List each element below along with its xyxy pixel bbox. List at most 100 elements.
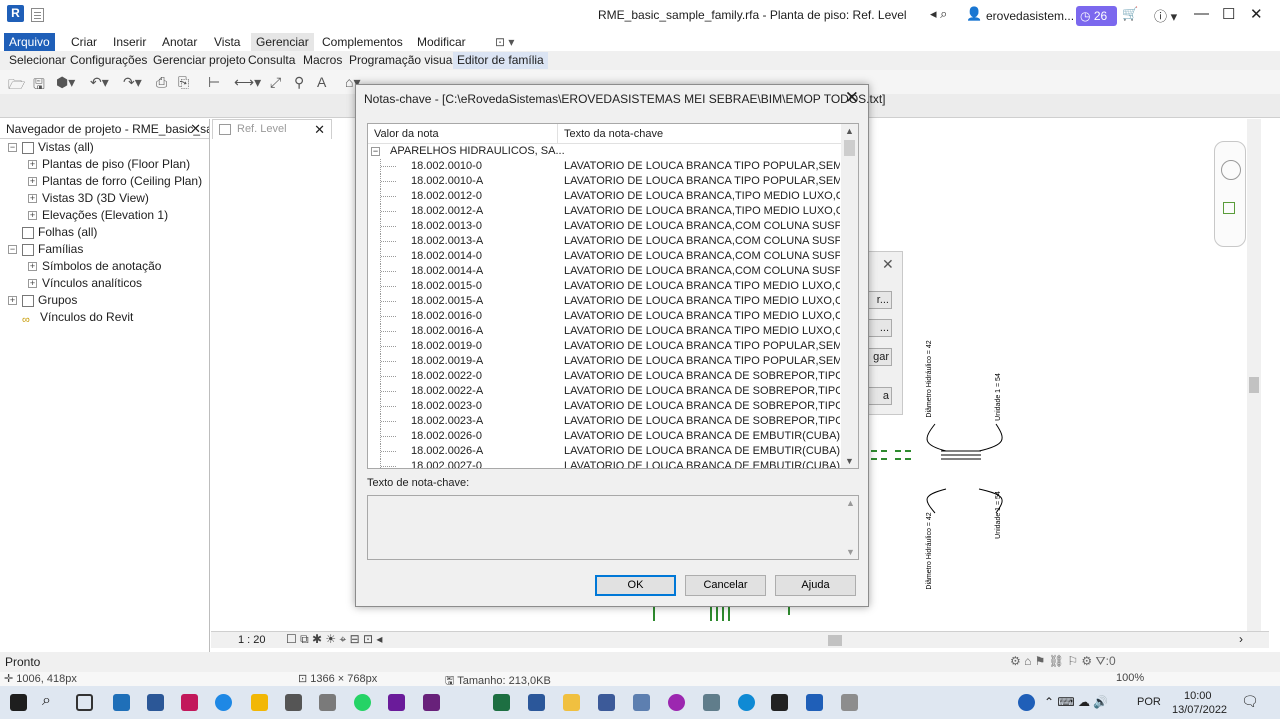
ok-button[interactable]: OK bbox=[595, 575, 676, 596]
tree-expander-icon[interactable]: + bbox=[28, 194, 37, 204]
zoom-icon[interactable] bbox=[1223, 202, 1235, 214]
keynote-row[interactable]: 18.002.0012-0 LAVATORIO DE LOUCA BRANCA,T… bbox=[368, 189, 843, 204]
scroll-up-arrow-icon[interactable]: ▲ bbox=[845, 126, 854, 136]
view-control-icons[interactable]: ☐ ⧉ ✱ ☀ ⌖ ⊟ ⊡ ◂ bbox=[286, 632, 382, 647]
keynote-row[interactable]: 18.002.0022-A LAVATORIO DE LOUCA BRANCA D… bbox=[368, 384, 843, 399]
view-tab-close-button[interactable]: ✕ bbox=[314, 122, 325, 138]
column-header-value[interactable]: Valor da nota bbox=[368, 124, 558, 144]
app-icon-22[interactable] bbox=[841, 694, 858, 711]
menu-selecionar[interactable]: Selecionar bbox=[5, 52, 70, 69]
keynote-row[interactable]: 18.002.0013-A LAVATORIO DE LOUCA BRANCA,C… bbox=[368, 234, 843, 249]
aligned-icon[interactable]: ⤢ bbox=[270, 74, 281, 91]
camera-icon[interactable] bbox=[703, 694, 720, 711]
keynote-row[interactable]: 18.002.0015-0 LAVATORIO DE LOUCA BRANCA T… bbox=[368, 279, 843, 294]
app-icon-15[interactable] bbox=[598, 694, 615, 711]
undo-icon[interactable]: ↶▾ bbox=[90, 74, 109, 91]
keynote-row[interactable]: 18.002.0022-0 LAVATORIO DE LOUCA BRANCA D… bbox=[368, 369, 843, 384]
tab-modificar[interactable]: Modificar bbox=[412, 33, 471, 51]
measure-icon[interactable]: ⊢ bbox=[208, 74, 220, 91]
app-icon-3[interactable] bbox=[181, 694, 198, 711]
mail-icon[interactable] bbox=[113, 694, 130, 711]
tree-expander-icon[interactable]: + bbox=[28, 262, 37, 272]
print-icon[interactable]: ⎙ bbox=[156, 74, 167, 91]
tree-item-3[interactable]: + Vistas 3D (3D View) bbox=[28, 190, 149, 207]
task-view-icon[interactable] bbox=[76, 694, 93, 711]
menu-editor-de-familia[interactable]: Editor de família bbox=[453, 52, 548, 69]
calculator-icon[interactable] bbox=[285, 694, 302, 711]
keynote-row[interactable]: 18.002.0013-0 LAVATORIO DE LOUCA BRANCA,C… bbox=[368, 219, 843, 234]
help-tray-icon[interactable] bbox=[1018, 694, 1035, 711]
keynote-row[interactable]: 18.002.0012-A LAVATORIO DE LOUCA BRANCA,T… bbox=[368, 204, 843, 219]
file-explorer-icon[interactable] bbox=[563, 694, 580, 711]
app-icon-20[interactable] bbox=[771, 694, 788, 711]
tray-icons[interactable]: ⌃ ⌨ ☁ 🔊 bbox=[1044, 695, 1108, 709]
project-browser-close-button[interactable]: ✕ bbox=[190, 119, 201, 138]
windows-start-icon[interactable] bbox=[10, 694, 27, 711]
steering-wheel-icon[interactable] bbox=[1221, 160, 1241, 180]
tree-item-9[interactable]: + Grupos bbox=[8, 292, 77, 309]
tree-item-7[interactable]: + Símbolos de anotação bbox=[28, 258, 161, 275]
view-tab[interactable]: Ref. Level ✕ bbox=[212, 119, 332, 139]
redo-icon[interactable]: ↷▾ bbox=[123, 74, 142, 91]
word-icon[interactable] bbox=[528, 694, 545, 711]
visual-studio-icon[interactable] bbox=[423, 694, 440, 711]
search-arrows-icon[interactable]: ◂ ⌕ bbox=[930, 6, 947, 22]
keynote-text-scrollbar[interactable]: ▲ ▼ bbox=[842, 496, 858, 559]
revit-taskbar-icon[interactable] bbox=[806, 694, 823, 711]
export-icon[interactable]: ⎘ bbox=[178, 74, 189, 91]
tree-item-2[interactable]: + Plantas de forro (Ceiling Plan) bbox=[28, 173, 202, 190]
tab-complementos[interactable]: Complementos bbox=[317, 33, 408, 51]
tag-icon[interactable]: ⚲ bbox=[294, 74, 304, 91]
revit-logo[interactable]: R bbox=[7, 5, 24, 22]
keynote-row[interactable]: 18.002.0026-A LAVATORIO DE LOUCA BRANCA D… bbox=[368, 444, 843, 459]
keynote-row[interactable]: 18.002.0027-0 LAVATORIO DE LOUCA BRANCA D… bbox=[368, 459, 843, 468]
scroll-down-arrow-icon[interactable]: ▼ bbox=[845, 456, 854, 466]
selection-filter-icons[interactable]: ⚙ ⌂ ⚑ ⛓ ⚐ ⚙ ⛛:0 bbox=[1010, 654, 1116, 669]
keynote-row[interactable]: 18.002.0010-A LAVATORIO DE LOUCA BRANCA T… bbox=[368, 174, 843, 189]
edge-icon[interactable] bbox=[738, 694, 755, 711]
background-dialog-button-1[interactable]: r... bbox=[867, 291, 892, 309]
tree-expander-icon[interactable]: + bbox=[28, 211, 37, 221]
whatsapp-icon[interactable] bbox=[354, 694, 371, 711]
menu-gerenciar-projeto[interactable]: Gerenciar projeto bbox=[149, 52, 250, 69]
background-dialog-button-3[interactable]: gar bbox=[867, 348, 892, 366]
keynote-row[interactable]: 18.002.0023-0 LAVATORIO DE LOUCA BRANCA D… bbox=[368, 399, 843, 414]
minimize-button[interactable]: — bbox=[1194, 5, 1209, 22]
search-icon[interactable]: ⌕ bbox=[42, 692, 51, 710]
menu-programacao-visual[interactable]: Programação visual bbox=[345, 52, 459, 69]
keynote-list-scrollbar-thumb[interactable] bbox=[844, 140, 855, 156]
tree-expander-icon[interactable]: + bbox=[28, 279, 37, 289]
tab-anotar[interactable]: Anotar bbox=[157, 33, 202, 51]
navigation-bar[interactable] bbox=[1214, 141, 1246, 247]
background-dialog-close-button[interactable]: ✕ bbox=[882, 256, 894, 273]
keynote-group-row[interactable]: − APARELHOS HIDRAULICOS, SA... bbox=[371, 144, 565, 159]
horizontal-scrollbar-thumb[interactable] bbox=[828, 635, 842, 646]
keynote-list-scrollbar[interactable]: ▲ ▼ bbox=[841, 124, 858, 468]
tree-item-10[interactable]: ∞ Vínculos do Revit bbox=[8, 309, 133, 326]
text-scroll-down-icon[interactable]: ▼ bbox=[846, 547, 855, 557]
keynote-tree-list[interactable]: Valor da nota Texto da nota-chave − APARE… bbox=[367, 123, 859, 469]
vertical-scrollbar-thumb[interactable] bbox=[1249, 377, 1259, 393]
document-icon[interactable] bbox=[31, 8, 44, 22]
vertical-scrollbar[interactable] bbox=[1247, 119, 1261, 631]
edge-legacy-icon[interactable] bbox=[215, 694, 232, 711]
app-icon-5[interactable] bbox=[251, 694, 268, 711]
user-icon[interactable]: 👤 bbox=[966, 6, 982, 22]
app-icon-2[interactable] bbox=[147, 694, 164, 711]
cart-icon[interactable]: 🛒 bbox=[1122, 6, 1138, 22]
text-icon[interactable]: A bbox=[317, 74, 326, 90]
tab-inserir[interactable]: Inserir bbox=[108, 33, 151, 51]
clock-time[interactable]: 10:00 bbox=[1184, 690, 1212, 702]
language-indicator[interactable]: POR bbox=[1137, 696, 1161, 708]
keynote-row[interactable]: 18.002.0015-A LAVATORIO DE LOUCA BRANCA T… bbox=[368, 294, 843, 309]
text-scroll-up-icon[interactable]: ▲ bbox=[846, 498, 855, 508]
column-header-text[interactable]: Texto da nota-chave bbox=[558, 124, 843, 144]
keynote-row[interactable]: 18.002.0014-0 LAVATORIO DE LOUCA BRANCA,C… bbox=[368, 249, 843, 264]
tree-item-6[interactable]: − Famílias bbox=[8, 241, 83, 258]
tree-expander-icon[interactable]: − bbox=[8, 143, 17, 153]
tree-item-0[interactable]: − Vistas (all) bbox=[8, 139, 94, 156]
notification-badge[interactable]: ◷ 26 bbox=[1076, 6, 1117, 26]
menu-macros[interactable]: Macros bbox=[299, 52, 346, 69]
help-button[interactable]: Ajuda bbox=[775, 575, 856, 596]
close-window-button[interactable]: ✕ bbox=[1250, 5, 1263, 23]
